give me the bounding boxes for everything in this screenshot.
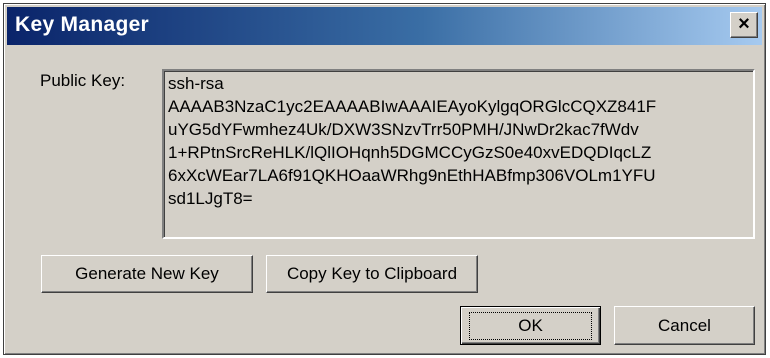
title-bar[interactable]: Key Manager × xyxy=(7,7,762,45)
window-title: Key Manager xyxy=(15,13,150,36)
copy-key-label: Copy Key to Clipboard xyxy=(286,264,458,283)
cancel-button[interactable]: Cancel xyxy=(614,306,755,345)
ok-focus-rect: OK xyxy=(469,311,592,340)
ok-button[interactable]: OK xyxy=(460,306,601,345)
ok-label: OK xyxy=(518,315,543,335)
generate-new-key-button[interactable]: Generate New Key xyxy=(41,255,253,293)
public-key-label: Public Key: xyxy=(40,71,126,90)
generate-new-key-label: Generate New Key xyxy=(75,264,219,283)
close-icon: × xyxy=(738,13,750,35)
key-manager-dialog: Key Manager × Public Key: ssh-rsa AAAAB3… xyxy=(3,3,766,355)
public-key-field[interactable]: ssh-rsa AAAAB3NzaC1yc2EAAAABIwAAAIEAyoKy… xyxy=(162,69,755,239)
cancel-label: Cancel xyxy=(658,315,711,335)
close-button[interactable]: × xyxy=(730,12,758,38)
copy-key-button[interactable]: Copy Key to Clipboard xyxy=(266,255,478,293)
